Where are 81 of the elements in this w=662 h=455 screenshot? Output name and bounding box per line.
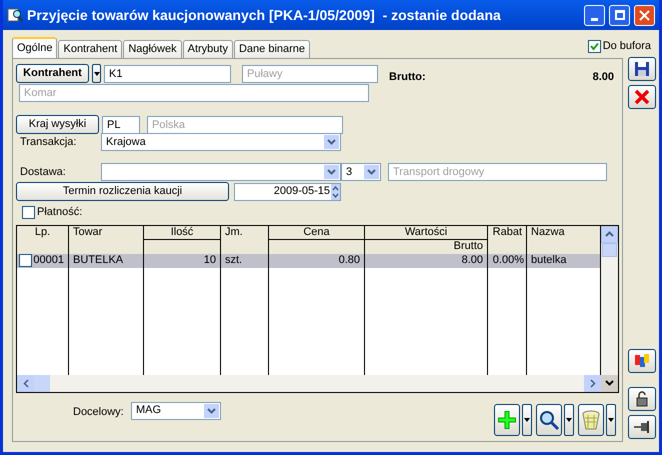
country-code-field[interactable]: PL [102,116,140,134]
tab[interactable]: Dane binarne [234,40,310,58]
tab[interactable]: Kontrahent [58,40,122,58]
palette-button[interactable] [628,349,656,373]
country-button[interactable]: Kraj wysyłki [16,115,99,134]
horizontal-scrollbar[interactable] [17,374,618,392]
date-field[interactable]: 2009-05-15 [234,182,341,200]
gross-value: 8.00 [592,70,614,86]
vertical-scrollbar[interactable] [601,226,618,374]
column-header[interactable]: Towar [69,226,143,240]
table-row[interactable]: 00001 BUTELKA 10 szt. 0.80 8.00 0.00% butelka [17,254,601,268]
table-cell-text: 0.00% [492,254,525,267]
search-button[interactable] [536,404,562,436]
caret-icon [524,418,530,422]
target-label: Docelowy: [73,404,125,420]
plus-icon [496,408,518,430]
payment-checkbox[interactable] [22,206,35,219]
table-cell-text: 10 [202,254,217,267]
window-title: Przyjęcie towarów kaucjonowanych [PKA-1/05/2009] - zostanie dodana [27,6,502,25]
floppy-icon [634,61,650,77]
column-header[interactable]: Ilość [144,226,220,240]
table-cell-text: BUTELKA [72,254,124,267]
lock-button[interactable] [628,387,656,411]
delivery-combo[interactable] [101,163,341,181]
table-cell-text: 0.80 [338,254,361,267]
contractor-button[interactable]: Kontrahent [16,64,89,83]
column-header[interactable]: Nazwa [527,226,600,240]
dropdown-button[interactable] [92,64,101,83]
table-cell-text: 8.00 [460,254,484,267]
save-button[interactable] [628,57,656,81]
basket-button[interactable] [578,404,604,436]
table-cell-text: butelka [530,254,568,267]
delivery-label: Dostawa: [19,164,67,180]
scroll-thumb[interactable] [34,374,50,392]
delivery-code-combo[interactable]: 3 [341,163,381,181]
transaction-label: Transakcja: [19,134,78,150]
column-header[interactable]: Cena [269,226,364,240]
column-subheader[interactable]: Brutto [365,240,487,252]
table-cell-text: szt. [224,254,244,267]
lock-icon [635,391,649,407]
caret-icon [608,418,614,422]
column-header[interactable]: Rabat [488,226,526,240]
close-button[interactable] [634,4,655,26]
caret-icon [566,418,572,422]
check-icon [590,42,599,51]
deposit-term-button[interactable]: Termin rozliczenia kaucji [16,182,229,201]
minimize-icon [591,18,598,20]
tab[interactable]: Ogólne [12,37,58,58]
basket-icon [580,408,602,430]
transaction-combo[interactable]: Krajowa [101,133,341,151]
dropdown-button[interactable] [522,404,532,436]
buffer-label: Do bufora [602,39,651,54]
scroll-thumb[interactable] [602,242,617,256]
contractor-code-field[interactable]: K1 [104,64,231,82]
add-button[interactable] [494,404,520,436]
tab[interactable]: Nagłówek [123,40,182,58]
payment-label: Płatność: [37,205,82,220]
column-header[interactable]: Lp. [17,226,68,240]
target-combo[interactable]: MAG [131,402,221,420]
pin-icon [633,420,651,434]
column-header[interactable]: Wartości [365,226,487,240]
maximize-button[interactable] [609,4,630,26]
dropdown-button[interactable] [564,404,574,436]
tab[interactable]: Atrybuty [182,40,233,58]
caret-icon [94,72,100,76]
close-icon [639,10,650,20]
dropdown-button[interactable] [606,404,616,436]
table-cell: 00001 [33,254,64,267]
search-icon [538,408,560,430]
gross-label: Brutto: [389,70,426,86]
color-bars-icon [633,352,651,370]
buffer-checkbox[interactable] [588,40,601,53]
cross-icon [634,89,650,105]
maximize-icon [614,10,624,20]
pin-button[interactable] [628,415,656,439]
cancel-button[interactable] [628,85,656,109]
spinner-icon[interactable] [331,184,340,200]
column-header[interactable]: Jm. [221,226,268,240]
magnifier-icon [7,7,23,23]
row-checkbox[interactable] [19,254,32,267]
minimize-button[interactable] [584,4,605,26]
